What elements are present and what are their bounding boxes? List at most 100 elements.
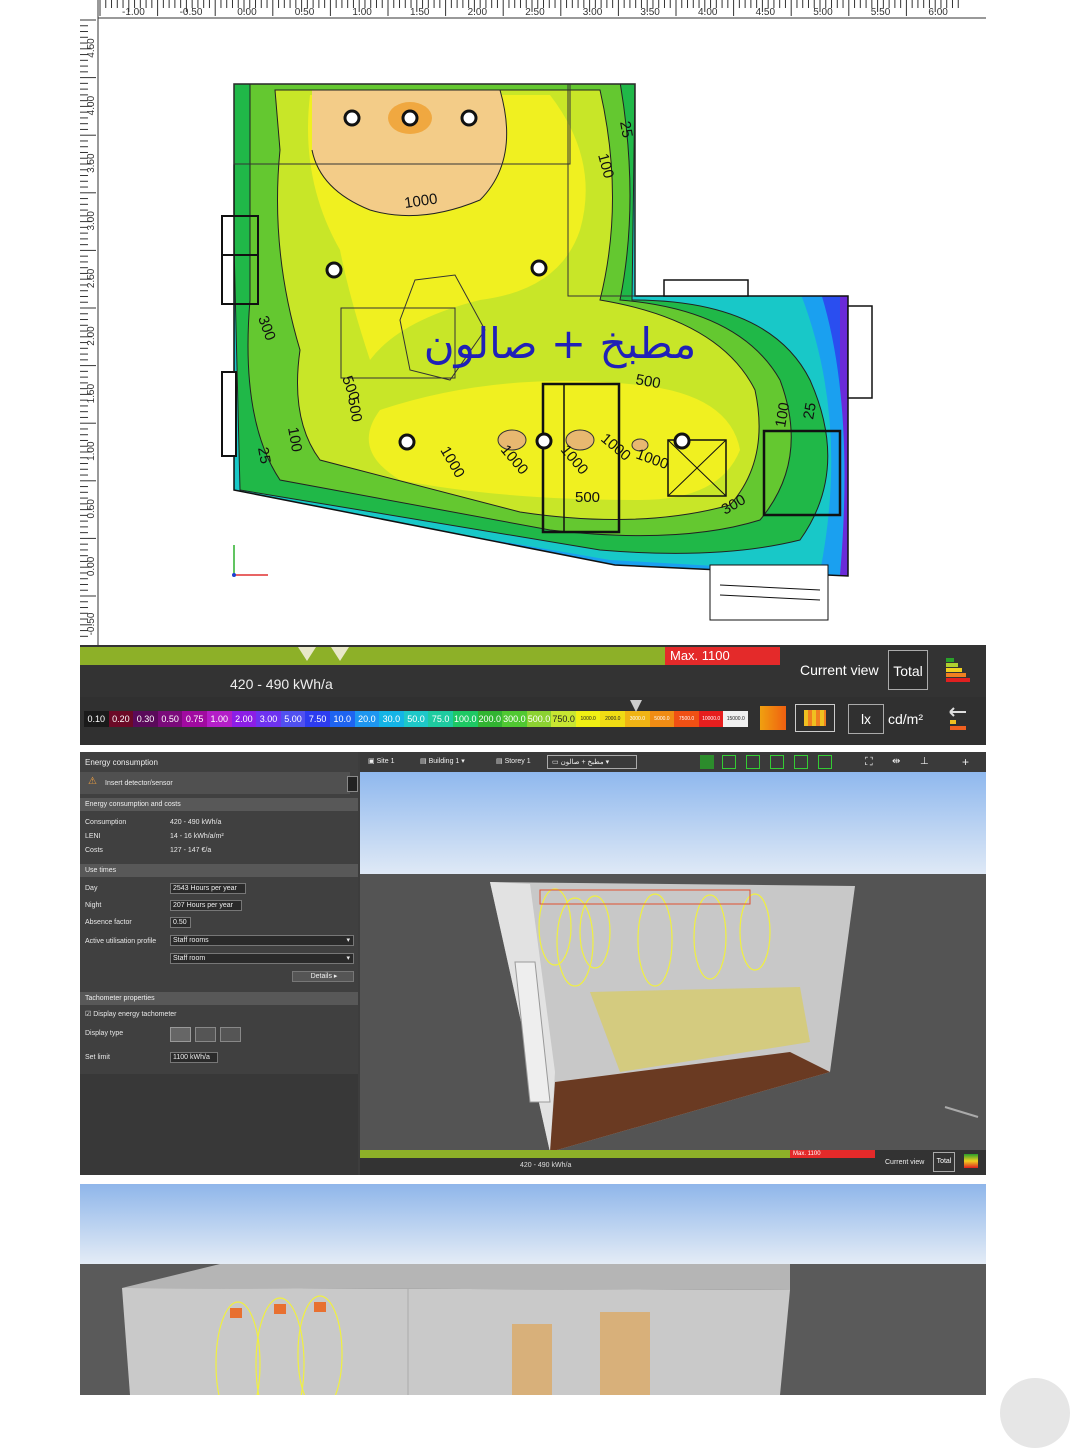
tachometer-range-label: 420 - 490 kWh/a xyxy=(230,676,333,692)
luminaire[interactable] xyxy=(673,432,691,450)
legend-swatch: 5000.0 xyxy=(649,711,675,727)
night-hours-input[interactable]: 207 Hours per year xyxy=(170,900,242,911)
view-mode-button[interactable] xyxy=(700,755,714,769)
scroll-to-top-button[interactable] xyxy=(1000,1378,1070,1448)
view-mode-button[interactable] xyxy=(794,755,808,769)
luminaire[interactable] xyxy=(343,109,361,127)
ruler-label: 5.00 xyxy=(813,7,833,18)
swap-legend-icon[interactable] xyxy=(944,704,974,734)
costs-label: Costs xyxy=(85,847,103,854)
leni-label: LENI xyxy=(85,833,101,840)
window-right xyxy=(847,305,873,399)
view-mode-button[interactable] xyxy=(818,755,832,769)
view-mode-button[interactable] xyxy=(722,755,736,769)
total-button[interactable]: Total xyxy=(888,650,928,690)
ruler-label: 0.50 xyxy=(295,7,315,18)
ruler-label: 6.00 xyxy=(928,7,948,18)
mini-energy-label-icon[interactable] xyxy=(964,1154,978,1168)
luminaire[interactable] xyxy=(398,433,416,451)
luminaire[interactable] xyxy=(535,432,553,450)
3d-viewport[interactable] xyxy=(360,772,986,1175)
details-button[interactable]: Details ▸ xyxy=(292,971,354,982)
expand-button[interactable] xyxy=(347,776,358,792)
ruler-label: 2.50 xyxy=(86,268,97,288)
building-label: Building 1 xyxy=(428,758,460,765)
legend-swatch: 7500.0 xyxy=(674,711,699,727)
view-mode-button[interactable] xyxy=(770,755,784,769)
ruler-label: 4.50 xyxy=(86,38,97,58)
add-icon[interactable]: + xyxy=(962,755,969,769)
ruler-label: 2.00 xyxy=(86,326,97,346)
consumption-value: 420 - 490 kWh/a xyxy=(170,819,222,826)
luminaire[interactable] xyxy=(460,109,478,127)
legend-swatch: 50.0 xyxy=(403,711,429,727)
false-color-plan-view[interactable]: -1.00 -0.50 0.00 0.50 1.00 1.50 2.00 2.50 3.00 3.… xyxy=(80,0,986,745)
legend-swatch: 0.10 xyxy=(84,711,109,727)
set-limit-input[interactable]: 1100 kWh/a xyxy=(170,1052,218,1063)
view-mode-button[interactable] xyxy=(746,755,760,769)
ruler-label: 0.00 xyxy=(86,556,97,576)
window-top-right xyxy=(663,279,749,297)
breadcrumb-site[interactable]: ▣ Site 1 xyxy=(368,755,394,769)
section-tachometer[interactable]: Tachometer properties xyxy=(80,992,358,1005)
gradient-mode-icon[interactable] xyxy=(760,706,786,730)
insert-sensor-row[interactable]: ⚠ Insert detector/sensor xyxy=(80,772,358,794)
storey-label: Storey 1 xyxy=(504,758,531,765)
legend-swatch: 2000.0 xyxy=(600,711,626,727)
3d-render-view[interactable] xyxy=(80,1184,986,1395)
utilisation-subprofile-select[interactable]: Staff room ▾ xyxy=(170,953,354,964)
room-label: مطبخ + صالون xyxy=(560,759,604,766)
panel-empty-area xyxy=(80,1074,358,1175)
ruler-label: -0.50 xyxy=(86,612,97,635)
current-view-button[interactable]: Current view xyxy=(800,662,879,678)
cabinet-door xyxy=(512,1324,552,1395)
entrance-steps xyxy=(709,564,829,621)
legend-swatch: 20.0 xyxy=(354,711,380,727)
absence-factor-input[interactable]: 0.50 xyxy=(170,917,191,928)
absence-factor-label: Absence factor xyxy=(85,919,132,926)
display-type-dial-icon[interactable] xyxy=(220,1027,241,1042)
section-energy-costs[interactable]: Energy consumption and costs xyxy=(80,798,358,811)
dimension-icon[interactable]: ⊥ xyxy=(920,755,929,769)
legend-swatch: 10.0 xyxy=(329,711,355,727)
banded-mode-button[interactable] xyxy=(795,704,835,732)
legend-swatch: 0.75 xyxy=(182,711,207,727)
ruler-label: 4.50 xyxy=(756,7,776,18)
mini-max-label: Max. 1100 xyxy=(790,1150,875,1158)
legend-swatch: 0.50 xyxy=(157,711,183,727)
tachometer-max-marker xyxy=(331,647,349,661)
chevron-down-icon: ▾ xyxy=(346,955,350,962)
mini-tachometer-bar: Max. 1100 420 - 490 kWh/a Current view T… xyxy=(360,1150,986,1175)
display-tachometer-checkbox[interactable]: ☑ Display energy tachometer xyxy=(85,1010,177,1018)
tachometer-min-marker xyxy=(298,647,316,661)
day-hours-input[interactable]: 2543 Hours per year xyxy=(170,883,246,894)
set-limit-label: Set limit xyxy=(85,1054,110,1061)
ruler-label: -0.50 xyxy=(180,7,203,18)
luminaire[interactable] xyxy=(530,259,548,277)
legend-swatch: 5.00 xyxy=(280,711,306,727)
legend-swatch: 2.00 xyxy=(231,711,257,727)
zoom-fit-icon[interactable]: ⛶ xyxy=(865,755,873,769)
utilisation-profile-select[interactable]: Staff rooms ▾ xyxy=(170,935,354,946)
legend-marker[interactable] xyxy=(630,700,642,712)
mini-total-button[interactable]: Total xyxy=(933,1152,955,1172)
display-type-gauge-icon[interactable] xyxy=(195,1027,216,1042)
luminance-unit-button[interactable]: cd/m² xyxy=(888,704,924,734)
false-color-scale[interactable]: 0.10 0.20 0.30 0.50 0.75 1.00 2.00 3.00 5.00 7.50… xyxy=(84,711,749,727)
ruler-label: 5.50 xyxy=(871,7,891,18)
luminaire[interactable] xyxy=(325,261,343,279)
breadcrumb-room[interactable]: ▭ مطبخ + صالون ▾ xyxy=(547,755,637,769)
breadcrumb-building[interactable]: ▤ Building 1 ▾ xyxy=(420,755,465,769)
measure-icon[interactable]: ⇹ xyxy=(892,755,900,769)
section-use-times[interactable]: Use times xyxy=(80,864,358,877)
isoline-plan-canvas[interactable]: -1.00 -0.50 0.00 0.50 1.00 1.50 2.00 2.50 3.00 3.… xyxy=(80,0,986,645)
ruler-label: 0.50 xyxy=(86,499,97,519)
breadcrumb-storey[interactable]: ▤ Storey 1 xyxy=(496,755,531,769)
display-type-bar-icon[interactable] xyxy=(170,1027,191,1042)
legend-swatch: 3000.0 xyxy=(625,711,650,727)
luminaire[interactable] xyxy=(401,109,419,127)
lux-unit-button[interactable]: lx xyxy=(848,704,884,734)
mini-current-view-button[interactable]: Current view xyxy=(885,1159,924,1166)
contour-label: 25 xyxy=(800,401,820,420)
energy-label-icon[interactable] xyxy=(940,652,976,688)
